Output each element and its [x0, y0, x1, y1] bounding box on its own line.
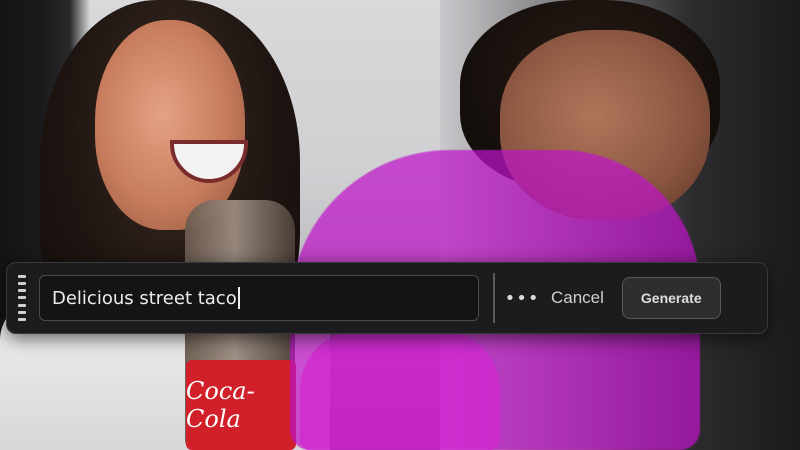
bottle-label: Coca-Cola	[186, 360, 296, 450]
generative-prompt-bar: Delicious street taco ••• Cancel Generat…	[6, 262, 768, 334]
generate-button[interactable]: Generate	[621, 277, 721, 319]
woman-face	[95, 20, 245, 230]
cancel-button[interactable]: Cancel	[539, 278, 616, 318]
drag-handle-icon[interactable]	[15, 275, 29, 321]
prompt-input[interactable]: Delicious street taco	[39, 275, 479, 321]
text-caret	[237, 287, 240, 309]
selection-mask-hand	[300, 330, 500, 450]
toolbar-divider	[493, 273, 495, 323]
prompt-text: Delicious street taco	[52, 287, 237, 309]
more-options-button[interactable]: •••	[505, 278, 539, 318]
